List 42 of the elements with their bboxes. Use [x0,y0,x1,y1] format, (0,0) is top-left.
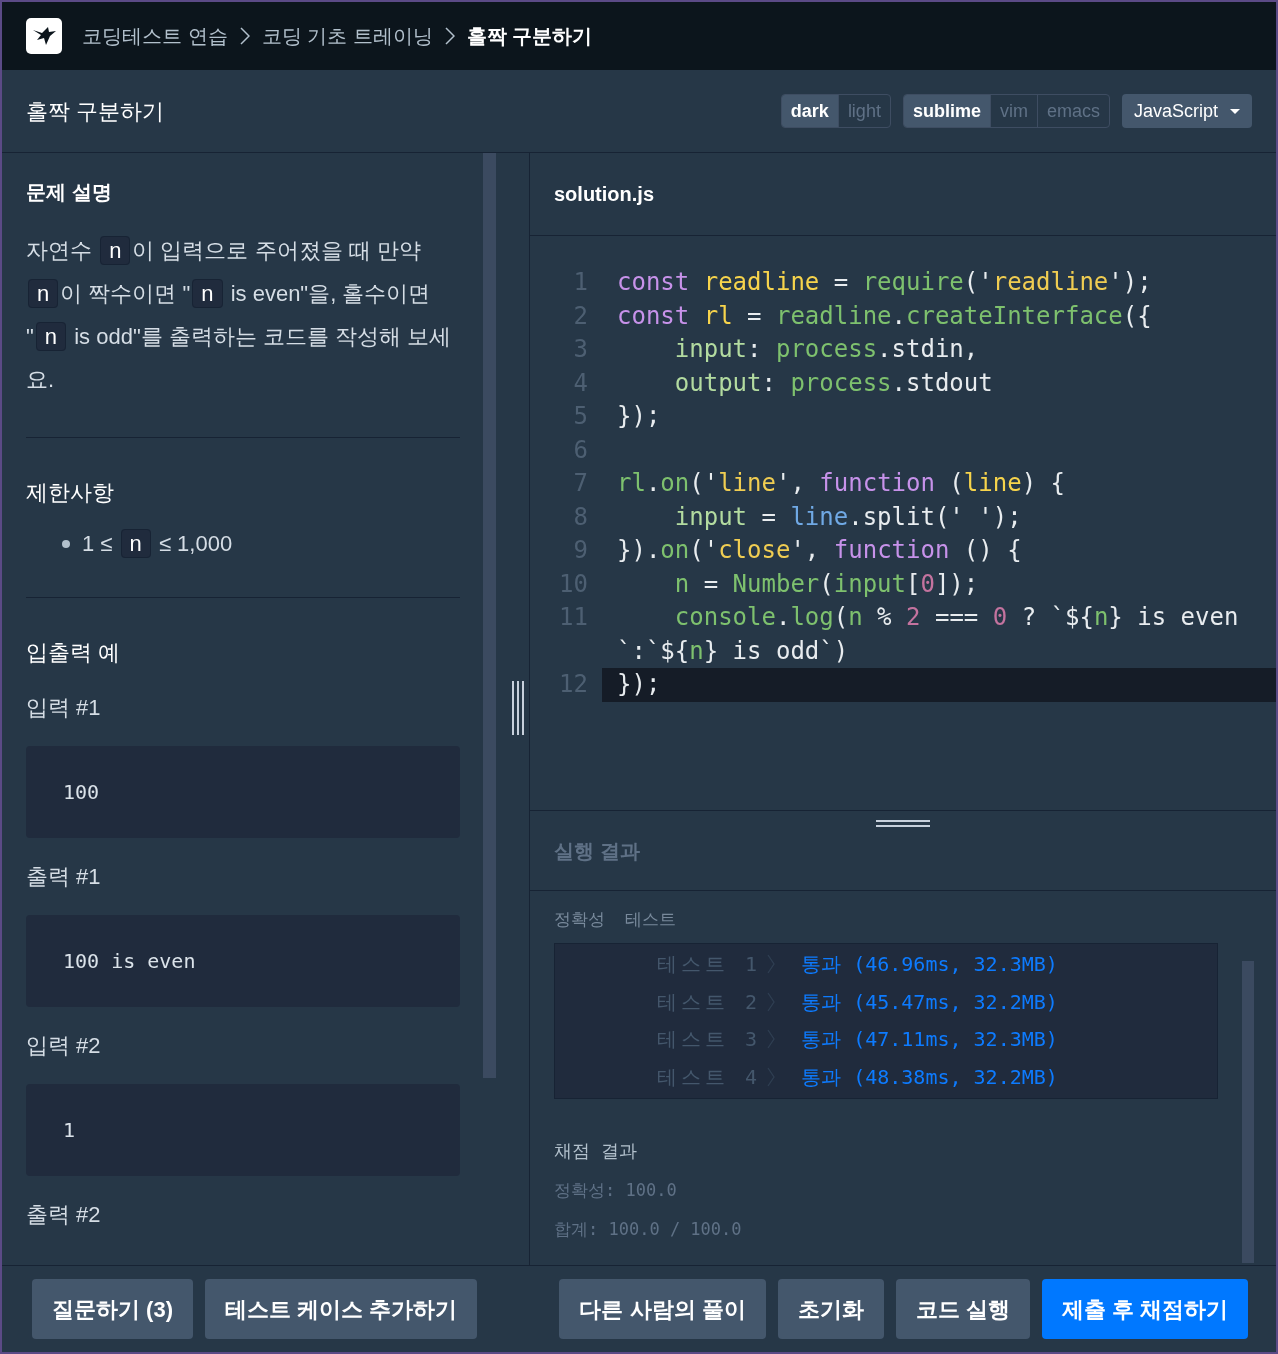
chevron-right-icon [239,27,250,45]
section-heading: 제한사항 [26,479,115,507]
breadcrumb-link[interactable]: 코딩 기초 트레이닝 [261,21,433,51]
scrollbar[interactable] [1242,961,1254,1263]
score-line: 합계: 100.0 / 100.0 [554,1218,743,1241]
example-block: 100 is even [26,915,460,1007]
score-line: 정확성: 100.0 [554,1178,678,1202]
example-label: 출력 #2 [26,1201,102,1229]
score-heading: 채점 결과 [554,1138,638,1163]
splitter-handle[interactable] [510,681,525,735]
example-label: 입력 #1 [26,694,102,722]
language-dropdown[interactable]: JavaScript [1121,94,1252,128]
caret-icon [1230,108,1240,114]
action-button[interactable]: 질문하기 (3) [32,1279,193,1339]
section-heading: 입출력 예 [26,639,122,667]
breadcrumb-link[interactable]: 코딩테스트 연습 [82,21,228,51]
test-result: 통과 (45.47ms, 32.2MB) [801,988,1058,1016]
toggle-option[interactable]: dark [781,95,838,127]
scrollbar[interactable] [483,153,496,1078]
action-button[interactable]: 제출 후 채점하기 [1041,1279,1248,1339]
breadcrumb-link[interactable]: 홀짝 구분하기 [466,21,593,51]
constraint-text: 1 ≤ n ≤ 1,000 [82,528,233,560]
test-result: 통과 (47.11ms, 32.3MB) [801,1026,1058,1054]
toggle-option[interactable]: sublime [903,95,990,127]
section-heading: 문제 설명 [26,180,113,205]
test-result: 통과 (48.38ms, 32.2MB) [801,1063,1058,1091]
resize-handle[interactable] [876,817,930,829]
chevron-right-icon [444,27,455,45]
example-block: 100 [26,746,460,838]
problem-title: 홀짝 구분하기 [26,97,165,126]
problem-description: 자연수 n 이 입력으로 주어졌을 때 만약 n 이 짝수이면 " n is even"을, 홀수이면 " n is odd"를 출력하는 코드를 작성해 보세요. [26,235,453,394]
action-button[interactable]: 다른 사람의 풀이 [559,1279,766,1339]
file-name: solution.js [554,182,654,207]
test-result: 통과 (46.96ms, 32.3MB) [801,951,1058,979]
action-button[interactable]: 테스트 케이스 추가하기 [205,1279,478,1339]
example-label: 입력 #2 [26,1032,102,1060]
bullet-icon [62,540,70,548]
action-button[interactable]: 코드 실행 [895,1279,1030,1339]
action-button[interactable]: 초기화 [777,1279,884,1339]
example-label: 출력 #1 [26,863,102,891]
results-heading: 실행 결과 [554,838,640,864]
example-block: 1 [26,1084,460,1176]
